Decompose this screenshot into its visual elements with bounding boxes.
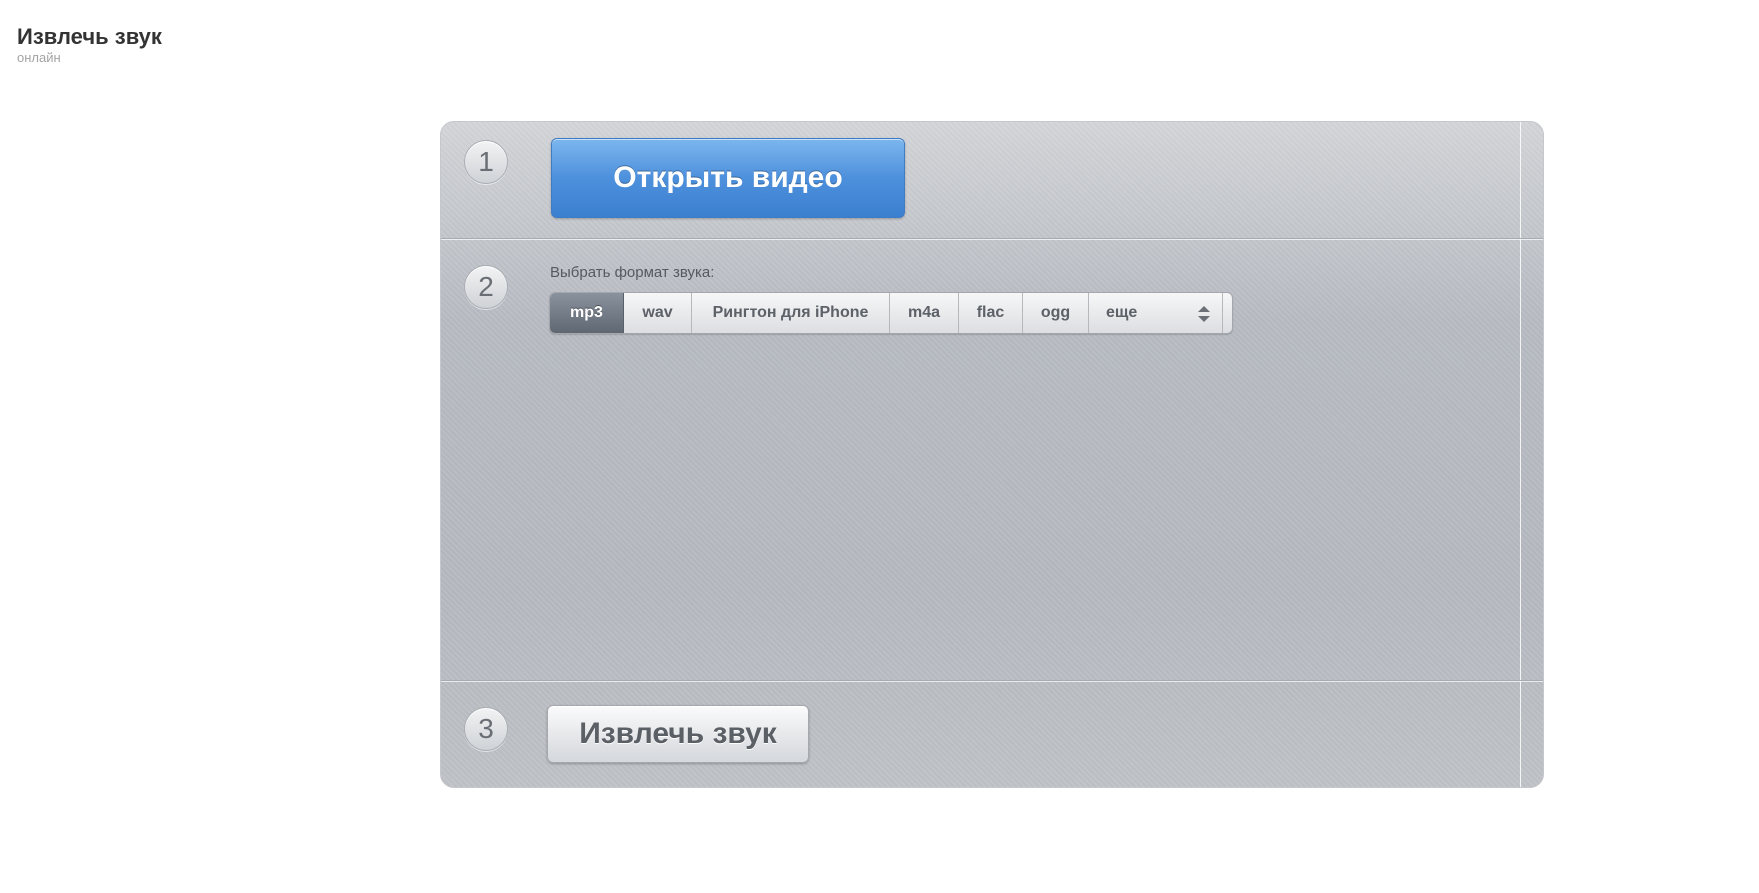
- format-option-mp3[interactable]: mp3: [550, 293, 624, 333]
- format-option-flac[interactable]: flac: [959, 293, 1023, 333]
- format-option-m4a[interactable]: m4a: [890, 293, 959, 333]
- format-more-dropdown[interactable]: еще: [1089, 293, 1223, 333]
- extract-panel: 1 Открыть видео 2 Выбрать формат звука: …: [440, 121, 1544, 788]
- step-divider-2: [441, 680, 1543, 682]
- page-header: Извлечь звук онлайн: [17, 24, 162, 66]
- format-label: Выбрать формат звука:: [550, 264, 715, 281]
- format-selector: mp3 wav Рингтон для iPhone m4a flac ogg …: [549, 292, 1233, 334]
- extract-audio-button[interactable]: Извлечь звук: [547, 705, 809, 763]
- page-title: Извлечь звук: [17, 24, 162, 49]
- step-divider-1: [441, 238, 1543, 240]
- format-option-wav[interactable]: wav: [624, 293, 692, 333]
- step-3-number: 3: [464, 707, 508, 751]
- page-subtitle: онлайн: [17, 50, 61, 65]
- format-more-label: еще: [1106, 304, 1138, 321]
- format-option-ogg[interactable]: ogg: [1023, 293, 1089, 333]
- format-option-iphone-ringtone[interactable]: Рингтон для iPhone: [692, 293, 890, 333]
- open-video-button[interactable]: Открыть видео: [551, 138, 905, 218]
- updown-arrows-icon: [1198, 306, 1210, 322]
- step-2-number: 2: [464, 265, 508, 309]
- step-1-number: 1: [464, 140, 508, 184]
- panel-edge-line: [1520, 122, 1521, 787]
